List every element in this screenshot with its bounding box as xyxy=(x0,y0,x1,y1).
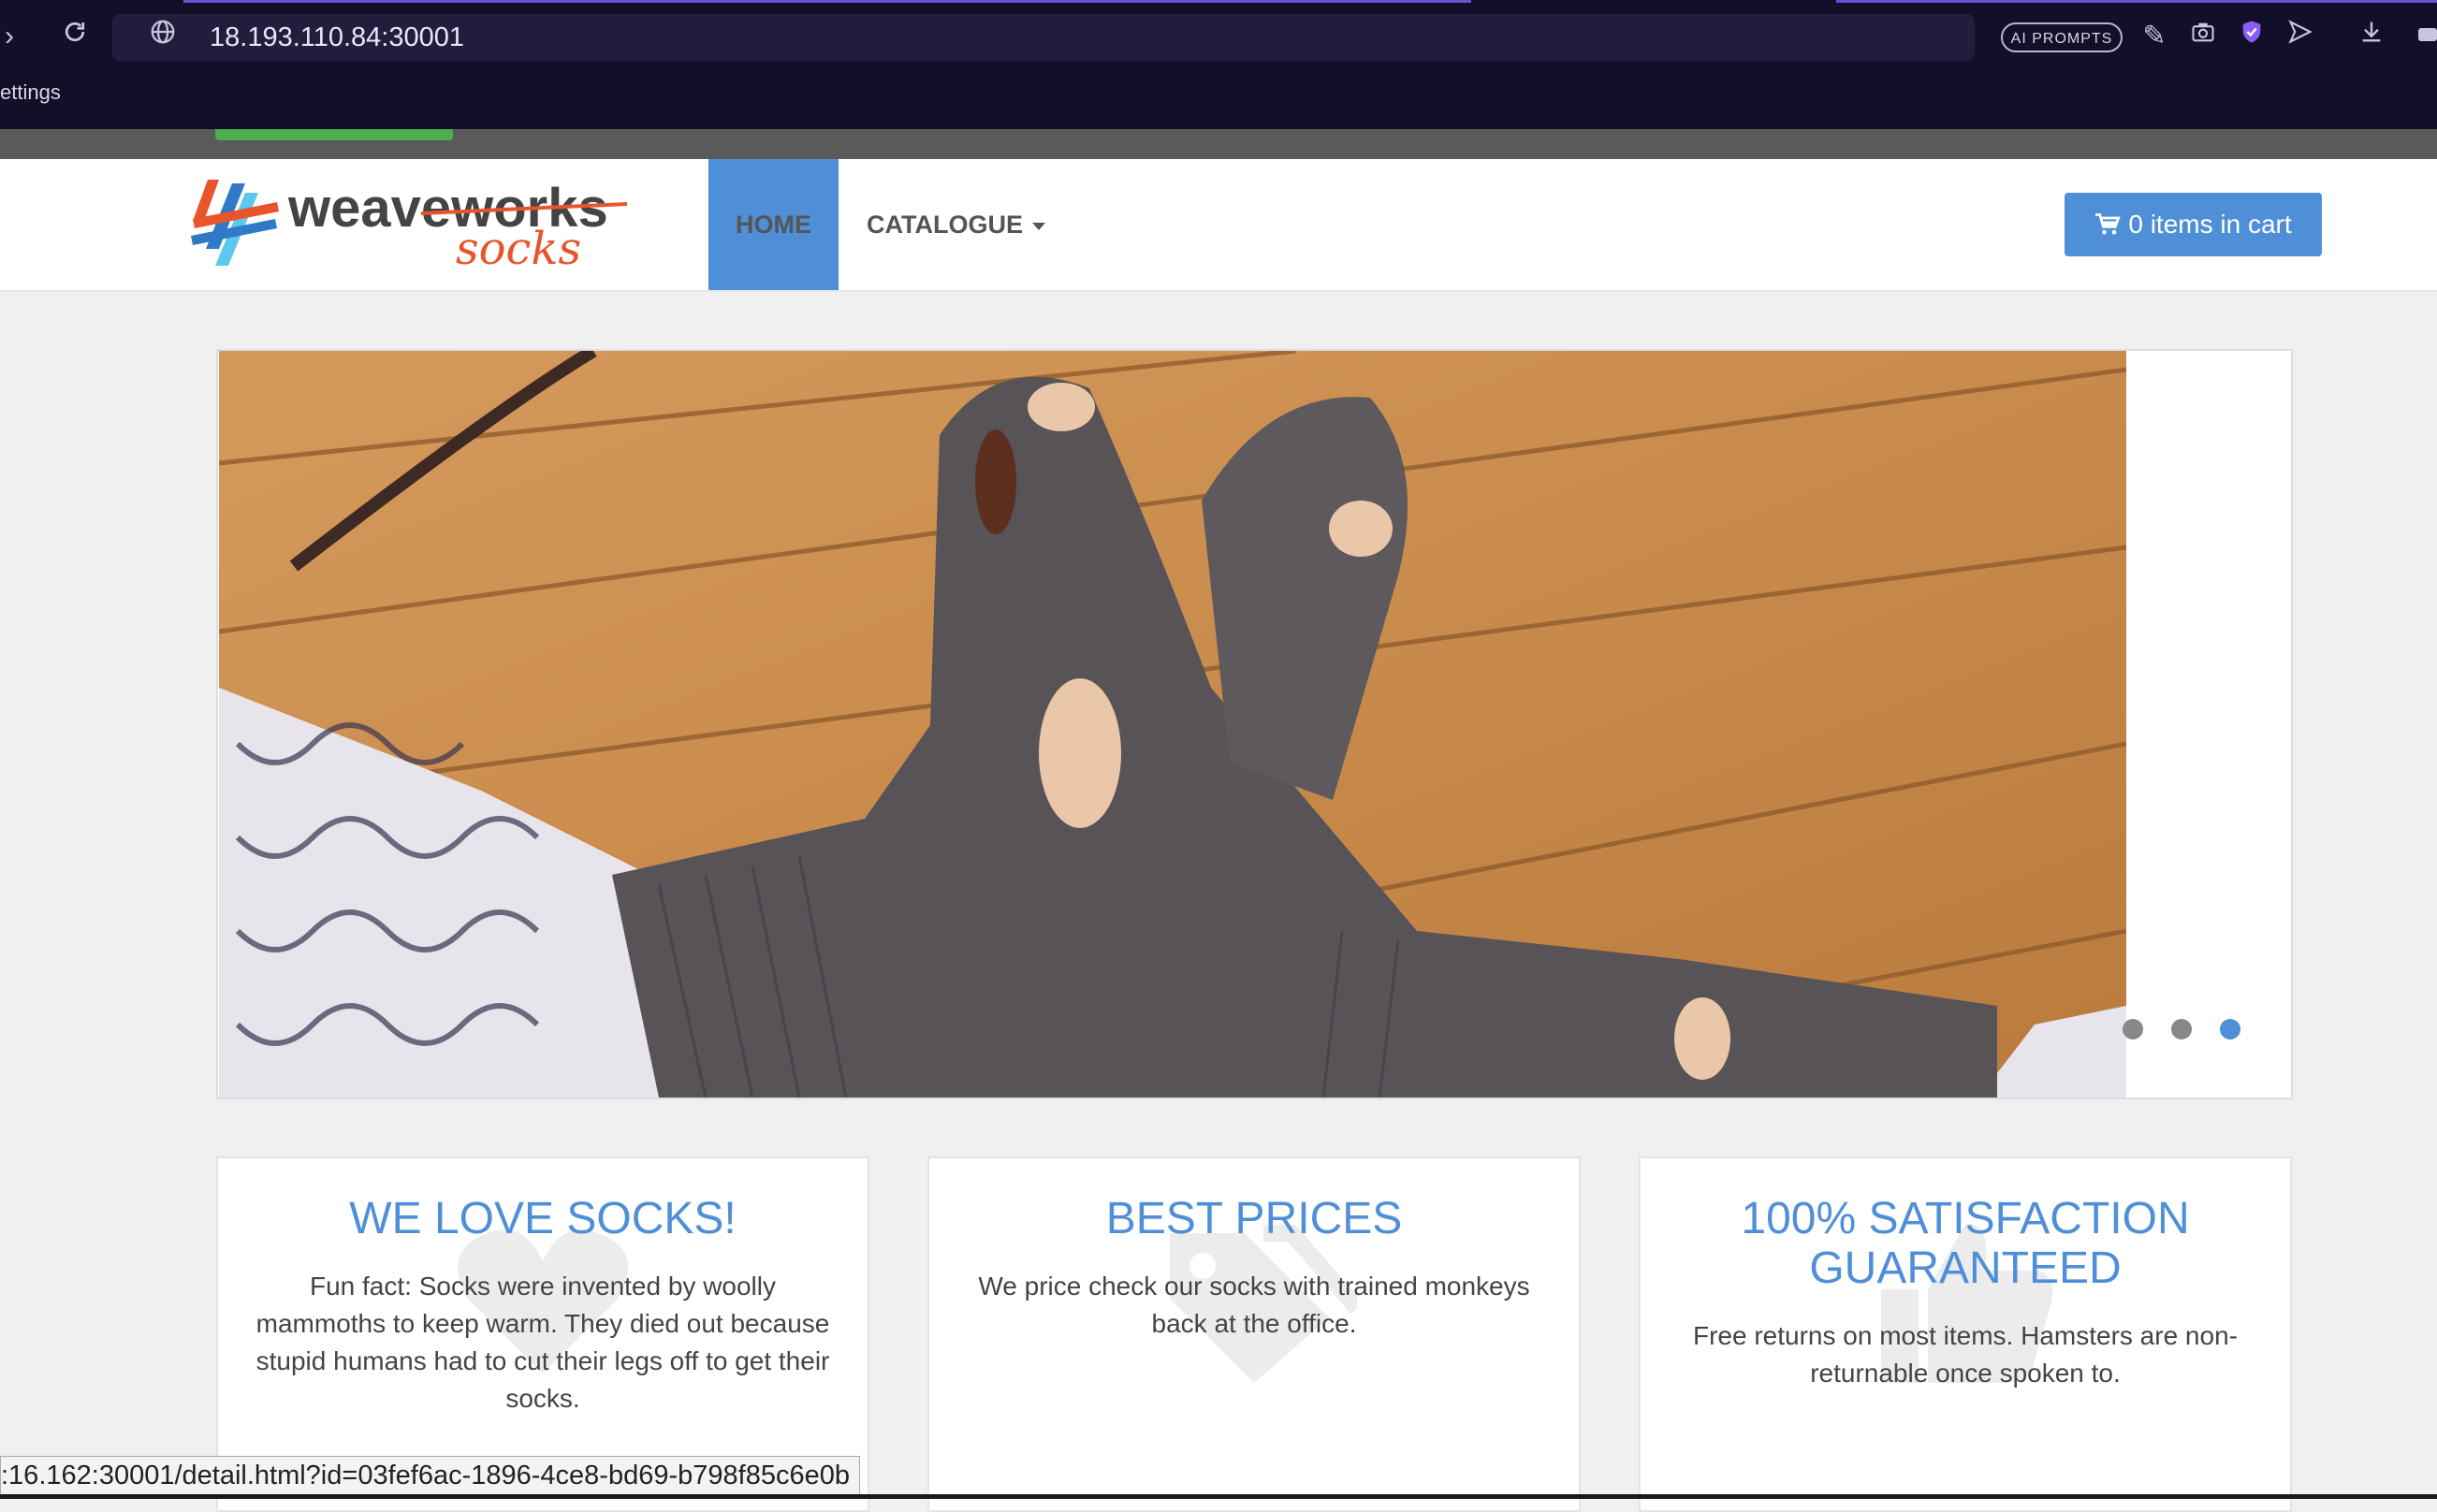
reload-icon[interactable] xyxy=(56,18,94,56)
top-accent-tab xyxy=(215,129,453,140)
nav-catalogue-label: CATALOGUE xyxy=(867,211,1023,239)
ai-prompts-button[interactable]: AI PROMPTS xyxy=(2001,22,2123,52)
logo-word-socks: socks xyxy=(456,223,581,275)
caret-down-icon xyxy=(1031,222,1045,230)
send-icon[interactable] xyxy=(2282,18,2319,55)
browser-chrome: › 18.193.110.84:30001 AI PROMPTS ✎ ettin… xyxy=(0,0,2437,129)
site-info-icon[interactable] xyxy=(146,18,180,56)
cart-count-label: 0 items in cart xyxy=(2128,210,2292,239)
nav-catalogue[interactable]: CATALOGUE xyxy=(867,159,1045,290)
window-bottom-edge xyxy=(0,1494,2437,1499)
carousel-dot-3[interactable] xyxy=(2220,1019,2240,1040)
cart-button[interactable]: 0 items in cart xyxy=(2065,193,2322,256)
feature-text: Fun fact: Socks were invented by woolly … xyxy=(255,1272,830,1413)
logo-mark xyxy=(191,180,279,266)
active-tab-indicator xyxy=(183,0,1471,3)
feature-text: We price check our socks with trained mo… xyxy=(978,1272,1530,1338)
feature-title: 100% SATISFACTION GUARANTEED xyxy=(1741,1194,2190,1293)
bookmark-settings[interactable]: ettings xyxy=(0,80,61,105)
menu-icon[interactable] xyxy=(2418,28,2437,41)
feature-box-satisfaction: 100% SATISFACTION GUARANTEED Free return… xyxy=(1639,1156,2292,1512)
nav-home[interactable]: HOME xyxy=(708,159,839,290)
carousel-dot-1[interactable] xyxy=(2123,1019,2143,1040)
download-icon[interactable] xyxy=(2353,18,2390,55)
edit-icon[interactable]: ✎ xyxy=(2136,18,2173,55)
tab-indicator xyxy=(1836,0,2437,3)
weaveworks-socks-logo[interactable]: weaveworks socks xyxy=(187,174,636,277)
address-url[interactable]: 18.193.110.84:30001 xyxy=(210,21,464,54)
forward-icon[interactable]: › xyxy=(0,18,19,55)
status-bar-link-preview: :16.162:30001/detail.html?id=03fef6ac-18… xyxy=(0,1456,860,1495)
camera-icon[interactable] xyxy=(2184,18,2222,55)
feature-title: WE LOVE SOCKS! xyxy=(349,1194,737,1243)
shield-icon[interactable] xyxy=(2233,18,2270,55)
carousel-dot-2[interactable] xyxy=(2171,1019,2192,1040)
feature-box-best-prices: BEST PRICES We price check our socks wit… xyxy=(927,1156,1581,1512)
hero-slide-image xyxy=(219,351,2126,1098)
feature-text: Free returns on most items. Hamsters are… xyxy=(1693,1321,2238,1388)
shopping-cart-icon xyxy=(2095,213,2122,235)
feature-title: BEST PRICES xyxy=(1105,1194,1403,1243)
